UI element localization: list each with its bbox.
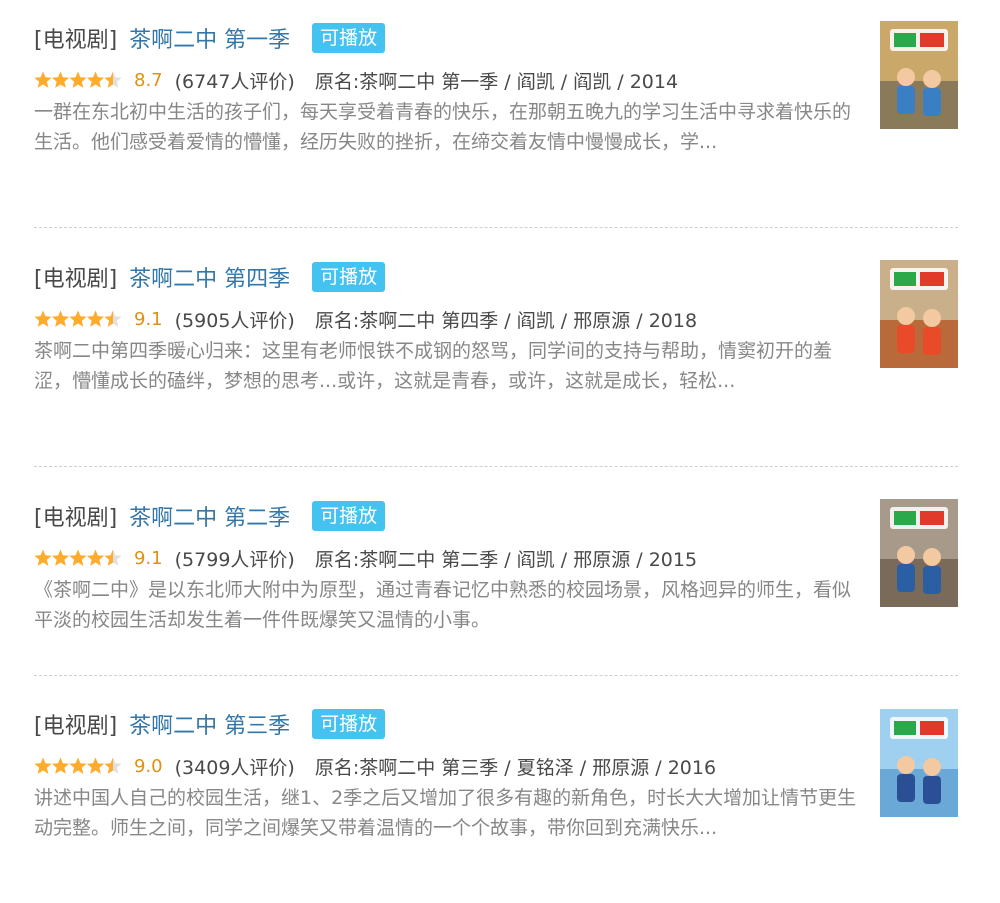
rating-number: 8.7 <box>134 69 163 91</box>
poster-character-body <box>897 564 915 592</box>
poster-logo-mark <box>920 511 944 525</box>
star-filled <box>51 71 70 88</box>
rating-count: (3409人评价) <box>174 756 295 779</box>
playable-badge[interactable]: 可播放 <box>312 262 386 292</box>
star-rating <box>34 549 122 567</box>
star-filled <box>51 310 70 327</box>
star-filled <box>34 310 52 327</box>
poster-character-head <box>897 546 915 564</box>
divider <box>34 675 958 676</box>
poster-ground <box>880 769 958 817</box>
star-filled <box>86 549 105 566</box>
title-link[interactable]: 茶啊二中 第三季 <box>129 708 290 740</box>
star-filled <box>69 549 87 566</box>
title-link[interactable]: 茶啊二中 第二季 <box>129 500 290 532</box>
result-content: [电视剧] 茶啊二中 第一季 可播放 8.7 (6747人评价) 原名:茶啊二中… <box>34 20 864 157</box>
star-rating <box>34 310 122 328</box>
poster-character-body <box>897 325 915 353</box>
poster-character-head <box>923 309 941 327</box>
rating-row: 9.1 (5905人评价) 原名:茶啊二中 第四季 / 阎凯 / 邢原源 / 2… <box>34 306 864 332</box>
star-filled <box>86 757 105 774</box>
category-label: [电视剧] <box>34 714 118 739</box>
poster-ground <box>880 559 958 607</box>
poster-logo-mark <box>894 33 916 47</box>
rating-number: 9.0 <box>134 755 163 777</box>
abstract-text: 讲述中国人自己的校园生活，继1、2季之后又增加了很多有趣的新角色，时长大大增加让… <box>34 787 857 839</box>
subject-meta: 原名:茶啊二中 第二季 / 阎凯 / 邢原源 / 2015 <box>314 548 698 571</box>
poster-character-body <box>923 776 941 804</box>
poster-character-body <box>897 86 915 114</box>
category-label: [电视剧] <box>34 28 118 53</box>
result-title-row: [电视剧] 茶啊二中 第一季 可播放 <box>34 20 864 56</box>
star-rating <box>34 71 122 89</box>
star-rating <box>34 757 122 775</box>
star-filled <box>51 757 70 774</box>
poster-character-head <box>897 756 915 774</box>
star-filled <box>51 549 70 566</box>
result-title-row: [电视剧] 茶啊二中 第四季 可播放 <box>34 259 864 295</box>
poster-logo-mark <box>894 721 916 735</box>
divider <box>34 227 958 228</box>
poster-ground <box>880 320 958 368</box>
search-result-list: [电视剧] 茶啊二中 第一季 可播放 8.7 (6747人评价) 原名:茶啊二中… <box>0 0 1000 903</box>
result-content: [电视剧] 茶啊二中 第三季 可播放 9.0 (3409人评价) 原名:茶啊二中… <box>34 706 864 843</box>
abstract-text: 一群在东北初中生活的孩子们，每天享受着青春的快乐，在那朝五晚九的学习生活中寻求着… <box>34 101 852 153</box>
rating-row: 8.7 (6747人评价) 原名:茶啊二中 第一季 / 阎凯 / 阎凯 / 20… <box>34 67 864 93</box>
poster-character-head <box>923 548 941 566</box>
rating-count: (5799人评价) <box>174 548 295 571</box>
result-content: [电视剧] 茶啊二中 第二季 可播放 9.1 (5799人评价) 原名:茶啊二中… <box>34 498 864 635</box>
star-filled <box>69 310 87 327</box>
category-label: [电视剧] <box>34 267 118 292</box>
subject-meta: 原名:茶啊二中 第四季 / 阎凯 / 邢原源 / 2018 <box>314 309 698 332</box>
star-filled <box>34 549 52 566</box>
star-filled <box>34 757 52 774</box>
divider <box>34 466 958 467</box>
poster-character-head <box>897 307 915 325</box>
rating-count: (6747人评价) <box>174 70 295 93</box>
title-link[interactable]: 茶啊二中 第一季 <box>129 22 290 54</box>
subject-meta: 原名:茶啊二中 第三季 / 夏铭泽 / 邢原源 / 2016 <box>314 756 717 779</box>
poster-character-body <box>897 774 915 802</box>
playable-badge[interactable]: 可播放 <box>312 709 386 739</box>
rating-number: 9.1 <box>134 308 163 330</box>
poster-image[interactable] <box>880 260 958 368</box>
star-filled <box>69 71 87 88</box>
star-filled <box>86 71 105 88</box>
poster-logo-mark <box>894 272 916 286</box>
rating-row: 9.1 (5799人评价) 原名:茶啊二中 第二季 / 阎凯 / 邢原源 / 2… <box>34 545 864 571</box>
result-title-row: [电视剧] 茶啊二中 第三季 可播放 <box>34 706 864 742</box>
poster-logo-mark <box>920 721 944 735</box>
poster-character-head <box>923 70 941 88</box>
poster-ground <box>880 81 958 129</box>
result-content: [电视剧] 茶啊二中 第四季 可播放 9.1 (5905人评价) 原名:茶啊二中… <box>34 259 864 396</box>
star-filled <box>86 310 105 327</box>
abstract-text: 《茶啊二中》是以东北师大附中为原型，通过青春记忆中熟悉的校园场景，风格迥异的师生… <box>34 579 852 631</box>
rating-number: 9.1 <box>134 547 163 569</box>
poster-logo-mark <box>894 511 916 525</box>
subject-meta: 原名:茶啊二中 第一季 / 阎凯 / 阎凯 / 2014 <box>314 70 679 93</box>
playable-badge[interactable]: 可播放 <box>312 501 386 531</box>
poster-character-body <box>923 327 941 355</box>
poster-image[interactable] <box>880 21 958 129</box>
title-link[interactable]: 茶啊二中 第四季 <box>129 261 290 293</box>
category-label: [电视剧] <box>34 506 118 531</box>
poster-logo-mark <box>920 33 944 47</box>
star-filled <box>34 71 52 88</box>
poster-image[interactable] <box>880 709 958 817</box>
playable-badge[interactable]: 可播放 <box>312 23 386 53</box>
star-filled <box>69 757 87 774</box>
poster-character-body <box>923 88 941 116</box>
poster-character-head <box>897 68 915 86</box>
poster-image[interactable] <box>880 499 958 607</box>
poster-character-head <box>923 758 941 776</box>
abstract-text: 茶啊二中第四季暖心归来：这里有老师恨铁不成钢的怒骂，同学间的支持与帮助，情窦初开… <box>34 340 833 392</box>
poster-logo-mark <box>920 272 944 286</box>
result-title-row: [电视剧] 茶啊二中 第二季 可播放 <box>34 498 864 534</box>
rating-row: 9.0 (3409人评价) 原名:茶啊二中 第三季 / 夏铭泽 / 邢原源 / … <box>34 753 864 779</box>
poster-character-body <box>923 566 941 594</box>
rating-count: (5905人评价) <box>174 309 295 332</box>
